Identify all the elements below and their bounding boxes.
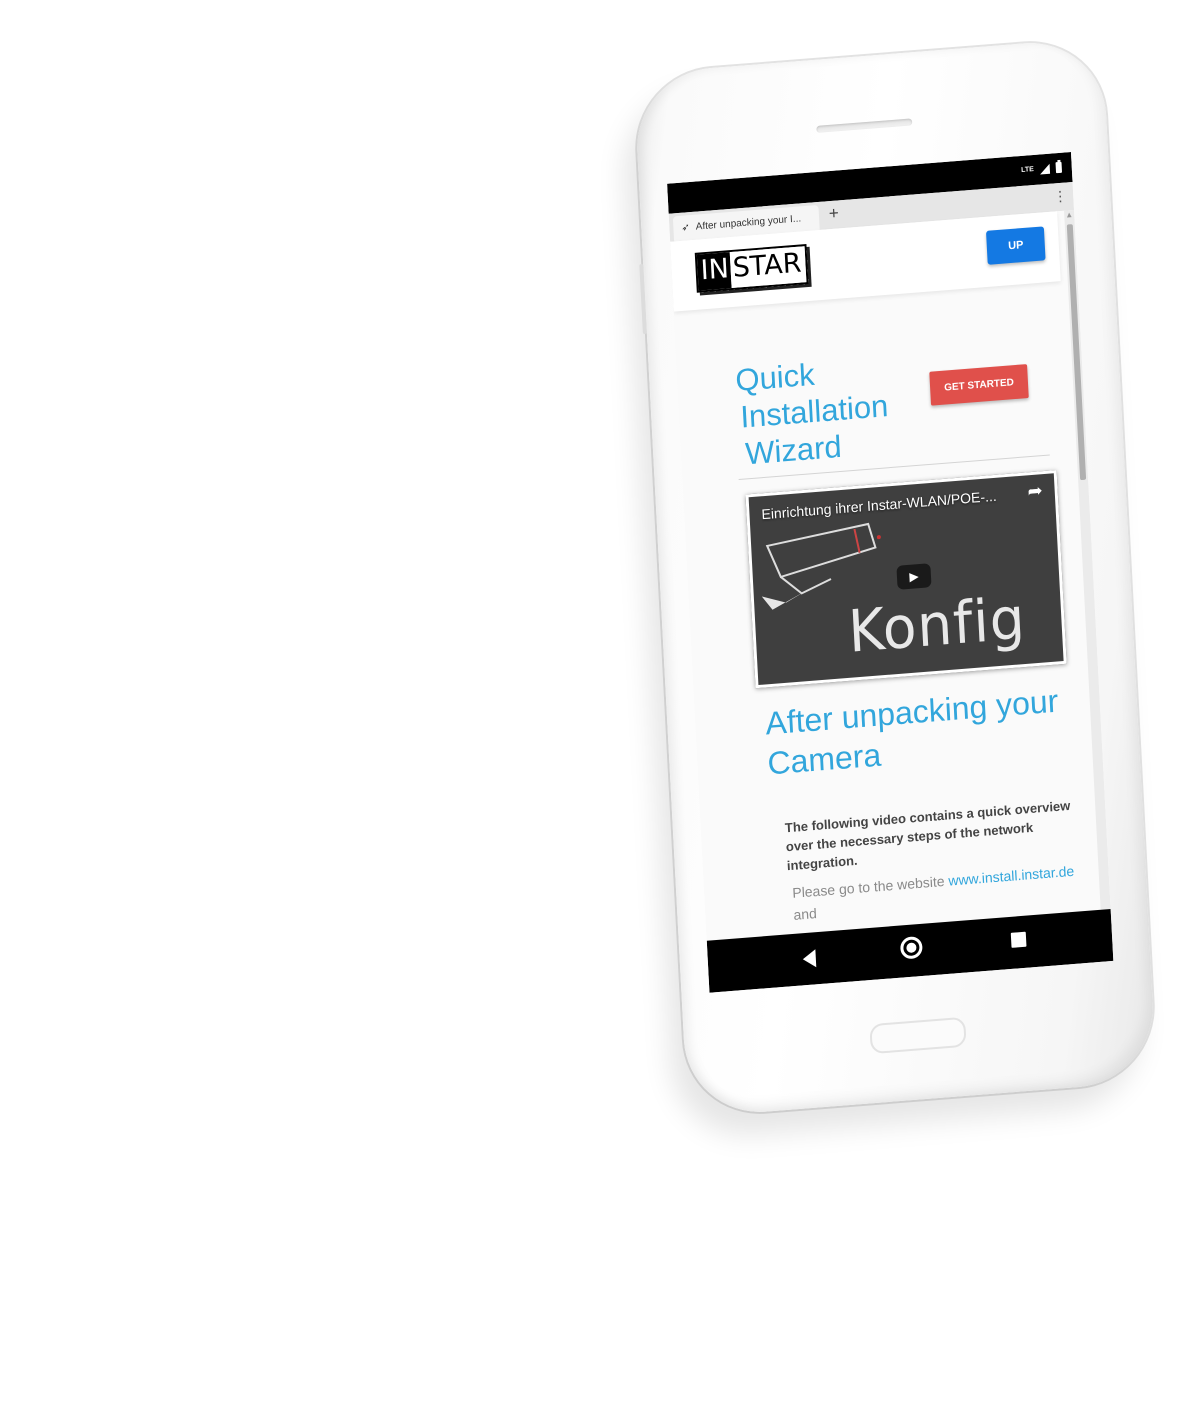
play-icon[interactable]: ▶ — [896, 563, 932, 590]
share-icon[interactable]: ➦ — [1027, 480, 1043, 502]
instar-logo[interactable]: IN STAR — [694, 244, 809, 293]
scroll-up-icon[interactable]: ▲ — [1065, 210, 1073, 220]
up-button[interactable]: UP — [985, 226, 1046, 265]
video-brand-text: Konfig — [846, 583, 1028, 666]
body-text-lead: Please go to the website — [791, 872, 949, 901]
home-button[interactable] — [869, 1016, 967, 1055]
web-page: IN STAR UP ▲ Quick Installation Wizard G… — [670, 209, 1111, 941]
network-type: LTE — [1020, 165, 1035, 174]
volume-button — [639, 263, 647, 335]
browser-menu-icon[interactable]: ⋮ — [1053, 187, 1068, 204]
back-icon[interactable] — [802, 949, 817, 969]
recents-icon[interactable] — [1010, 931, 1027, 948]
tab-title: After unpacking your I... — [695, 213, 802, 233]
signal-icon — [1039, 163, 1051, 175]
earpiece-speaker — [816, 118, 913, 133]
phone-device: LTE ➶ After unpacking your I... + ⋮ IN S… — [633, 37, 1157, 1118]
logo-in-text: IN — [696, 252, 732, 291]
video-title[interactable]: Einrichtung ihrer Instar-WLAN/POE-... — [761, 486, 1015, 522]
install-link[interactable]: www.install.instar.de — [948, 863, 1075, 889]
favicon-icon: ➶ — [681, 222, 691, 234]
phone-screen: LTE ➶ After unpacking your I... + ⋮ IN S… — [667, 152, 1114, 993]
battery-icon — [1055, 161, 1063, 174]
video-player[interactable]: Einrichtung ihrer Instar-WLAN/POE-... ➦ … — [745, 470, 1067, 689]
wizard-title: Quick Installation Wizard — [735, 348, 920, 473]
new-tab-button[interactable]: + — [828, 203, 839, 224]
section-title: After unpacking your Camera — [764, 682, 1060, 782]
home-icon[interactable] — [899, 935, 923, 960]
logo-star-text: STAR — [729, 246, 807, 289]
get-started-button[interactable]: GET STARTED — [929, 364, 1029, 406]
body-text-tail: and — [793, 905, 818, 923]
scroll-thumb[interactable] — [1066, 224, 1087, 481]
